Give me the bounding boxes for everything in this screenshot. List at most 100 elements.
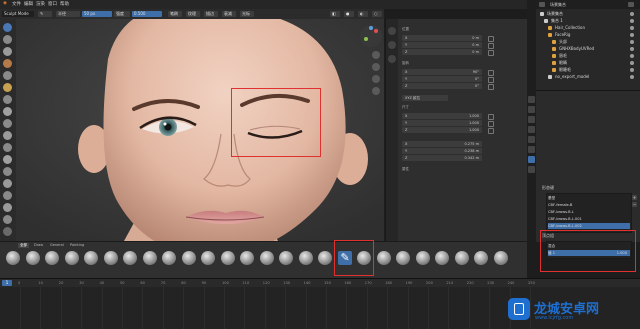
crease-tool-icon[interactable]: [3, 107, 12, 116]
outliner-row[interactable]: 眼睛: [536, 59, 640, 66]
outliner-filter-icon[interactable]: [539, 2, 545, 7]
render-tab-icon[interactable]: [528, 106, 535, 113]
camera-view-icon[interactable]: [372, 75, 380, 83]
brush-thumbnail-icon[interactable]: [474, 251, 488, 265]
menu-item-file[interactable]: 文件: [12, 1, 21, 7]
brush-thumbnail-icon[interactable]: [454, 251, 469, 265]
mode-selector[interactable]: Sculpt Mode: [2, 11, 34, 17]
tool-tab-icon[interactable]: [528, 96, 535, 103]
scrape-tool-icon[interactable]: [3, 155, 12, 164]
shelf-tab-painting[interactable]: Painting: [68, 243, 86, 248]
outliner-search-icon[interactable]: [628, 2, 634, 7]
brush-thumbnail-icon[interactable]: [162, 251, 176, 265]
shape-key-item[interactable]: 基型: [548, 195, 630, 201]
transform-tool-icon[interactable]: [3, 227, 12, 236]
scene-tab-icon[interactable]: [528, 126, 535, 133]
brush-thumbnail-icon[interactable]: [240, 251, 254, 265]
outliner-row[interactable]: 眼睫毛: [536, 66, 640, 73]
brush-thumbnail-icon[interactable]: [435, 251, 449, 265]
scale-x-field[interactable]: X 1.000: [402, 113, 482, 119]
shading-solid-icon[interactable]: ●: [344, 11, 354, 17]
shape-key-item[interactable]: CBF-brows.B.L: [548, 209, 630, 215]
eye-visibility-icon[interactable]: [630, 39, 634, 44]
value-list[interactable]: 混合 值 1 1.000: [546, 241, 632, 259]
add-shape-key-icon[interactable]: +: [632, 195, 637, 200]
brush-thumbnail-icon[interactable]: [376, 251, 391, 265]
eye-visibility-icon[interactable]: [630, 53, 634, 58]
eye-visibility-icon[interactable]: [630, 60, 634, 65]
header-option-stroke[interactable]: 描边: [204, 11, 218, 17]
gizmo-z-axis-icon[interactable]: [369, 26, 373, 30]
location-x-field[interactable]: X 0 m: [402, 35, 482, 41]
remove-shape-key-icon[interactable]: −: [632, 202, 637, 207]
flatten-tool-icon[interactable]: [3, 131, 12, 140]
brush-thumbnail-icon[interactable]: [415, 251, 430, 265]
lock-icon[interactable]: [488, 121, 494, 127]
brush-thumbnail-icon[interactable]: [220, 251, 235, 265]
outliner-row[interactable]: GNHXBodyUVRed: [536, 45, 640, 52]
shelf-tab-general[interactable]: General: [48, 243, 66, 248]
brush-thumbnail-icon[interactable]: [259, 251, 274, 265]
active-brush-thumbnail-icon[interactable]: ✎: [337, 251, 352, 265]
brush-thumbnail-icon[interactable]: [298, 251, 313, 265]
snake-hook-tool-icon[interactable]: [3, 191, 12, 200]
lock-icon[interactable]: [488, 128, 494, 134]
grab-tool-icon[interactable]: [3, 179, 12, 188]
outliner-row[interactable]: 场景集合: [536, 10, 640, 17]
brush-thumbnail-icon[interactable]: [357, 251, 371, 265]
current-frame-indicator[interactable]: 1: [2, 280, 12, 286]
pinch-tool-icon[interactable]: [3, 167, 12, 176]
radius-field[interactable]: 50 px: [82, 11, 112, 17]
rotation-z-field[interactable]: Z 0°: [402, 83, 482, 89]
shelf-tab-draw[interactable]: Draw: [32, 243, 45, 248]
lock-icon[interactable]: [488, 36, 494, 42]
timeline-ruler[interactable]: [0, 279, 640, 287]
dimensions-z-field[interactable]: Z 0.342 m: [402, 155, 482, 161]
n-panel-tool-tab-icon[interactable]: [388, 41, 396, 49]
eye-visibility-icon[interactable]: [630, 67, 634, 72]
shape-key-item[interactable]: CBF-brows.B.L.001: [548, 216, 630, 222]
dimensions-x-field[interactable]: X 0.275 m: [402, 141, 482, 147]
eye-visibility-icon[interactable]: [630, 25, 634, 30]
clay-strips-tool-icon[interactable]: [3, 59, 12, 68]
shelf-tab-all[interactable]: 全部: [18, 243, 29, 248]
output-tab-icon[interactable]: [528, 116, 535, 123]
navigation-gizmo[interactable]: [360, 25, 382, 47]
eye-visibility-icon[interactable]: [630, 32, 634, 37]
modifier-tab-icon[interactable]: [528, 146, 535, 153]
header-option-brush[interactable]: 笔刷: [168, 11, 182, 17]
lock-icon[interactable]: [488, 50, 494, 56]
object-tab-icon[interactable]: [528, 136, 535, 143]
brush-thumbnail-icon[interactable]: [318, 251, 332, 265]
header-option-falloff[interactable]: 衰减: [222, 11, 236, 17]
shading-rendered-icon[interactable]: ○: [372, 11, 382, 17]
perspective-toggle-icon[interactable]: [372, 87, 380, 95]
eye-visibility-icon[interactable]: [630, 46, 634, 51]
menu-item-window[interactable]: 窗口: [48, 1, 57, 7]
outliner-row[interactable]: 眉毛: [536, 52, 640, 59]
scale-z-field[interactable]: Z 1.000: [402, 127, 482, 133]
draw-brush-tool-icon[interactable]: [3, 23, 12, 32]
dimensions-y-field[interactable]: Y 0.238 m: [402, 148, 482, 154]
draw-sharp-tool-icon[interactable]: [3, 35, 12, 44]
brush-thumbnail-icon[interactable]: [64, 251, 79, 265]
mask-tool-icon[interactable]: [3, 215, 12, 224]
outliner-row[interactable]: 集合 1: [536, 17, 640, 24]
layer-tool-icon[interactable]: [3, 71, 12, 80]
scale-y-field[interactable]: Y 1.000: [402, 120, 482, 126]
smooth-tool-icon[interactable]: [3, 119, 12, 128]
lock-icon[interactable]: [488, 114, 494, 120]
3d-viewport[interactable]: [16, 19, 384, 241]
group-item-selected[interactable]: 值 1 1.000: [548, 250, 630, 256]
shape-key-item-selected[interactable]: CBF-brows.B.L.002: [548, 223, 630, 229]
zoom-icon[interactable]: [372, 51, 380, 59]
brush-thumbnail-icon[interactable]: [181, 251, 196, 265]
clay-tool-icon[interactable]: [3, 47, 12, 56]
blender-logo-icon[interactable]: ◉: [3, 1, 7, 6]
brush-thumbnail-icon[interactable]: [103, 251, 118, 265]
data-tab-icon[interactable]: [528, 156, 535, 163]
brush-thumbnail-icon[interactable]: [201, 251, 215, 265]
location-z-field[interactable]: Z 0 m: [402, 49, 482, 55]
eye-visibility-icon[interactable]: [630, 74, 634, 79]
brush-thumbnail-icon[interactable]: [279, 251, 293, 265]
